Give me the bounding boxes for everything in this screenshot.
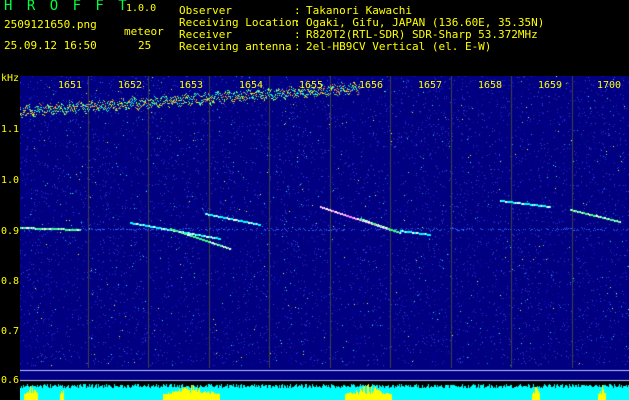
y-tick-label: 1.1 [1, 124, 20, 135]
antenna-colon: : [294, 40, 301, 53]
meteor-label: meteor [124, 25, 164, 38]
antenna-label: Receiving antenna [179, 40, 292, 53]
app-title: H R O F F T [4, 0, 130, 14]
x-tick-label: 1700 [597, 80, 622, 91]
spectrogram-canvas [20, 76, 629, 400]
y-axis-unit: kHz [1, 73, 20, 84]
x-tick-label: 1657 [418, 80, 443, 91]
meteor-count: 25 [138, 39, 152, 52]
x-tick-label: 1658 [478, 80, 503, 91]
x-tick-label: 1653 [179, 80, 204, 91]
x-tick-label: 1654 [239, 80, 264, 91]
app-version: 1.0.0 [126, 3, 157, 14]
file-name: 2509121650.png [4, 18, 97, 31]
y-tick-label: 0.8 [1, 276, 20, 287]
x-tick-label: 1652 [118, 80, 143, 91]
y-tick-label: 0.6 [1, 375, 20, 386]
antenna-value: 2el-HB9CV Vertical (el. E-W) [306, 40, 492, 53]
x-tick-label: 1659 [538, 80, 563, 91]
hrofft-window: H R O F F T 1.0.0 2509121650.png 25.09.1… [0, 0, 629, 400]
y-tick-label: 0.7 [1, 326, 20, 337]
x-tick-label: 1656 [359, 80, 384, 91]
x-tick-label: 1655 [299, 80, 324, 91]
y-tick-label: 0.9 [1, 226, 20, 237]
date-time: 25.09.12 16:50 [4, 39, 97, 52]
x-tick-label: 1651 [58, 80, 83, 91]
y-tick-label: 1.0 [1, 175, 20, 186]
